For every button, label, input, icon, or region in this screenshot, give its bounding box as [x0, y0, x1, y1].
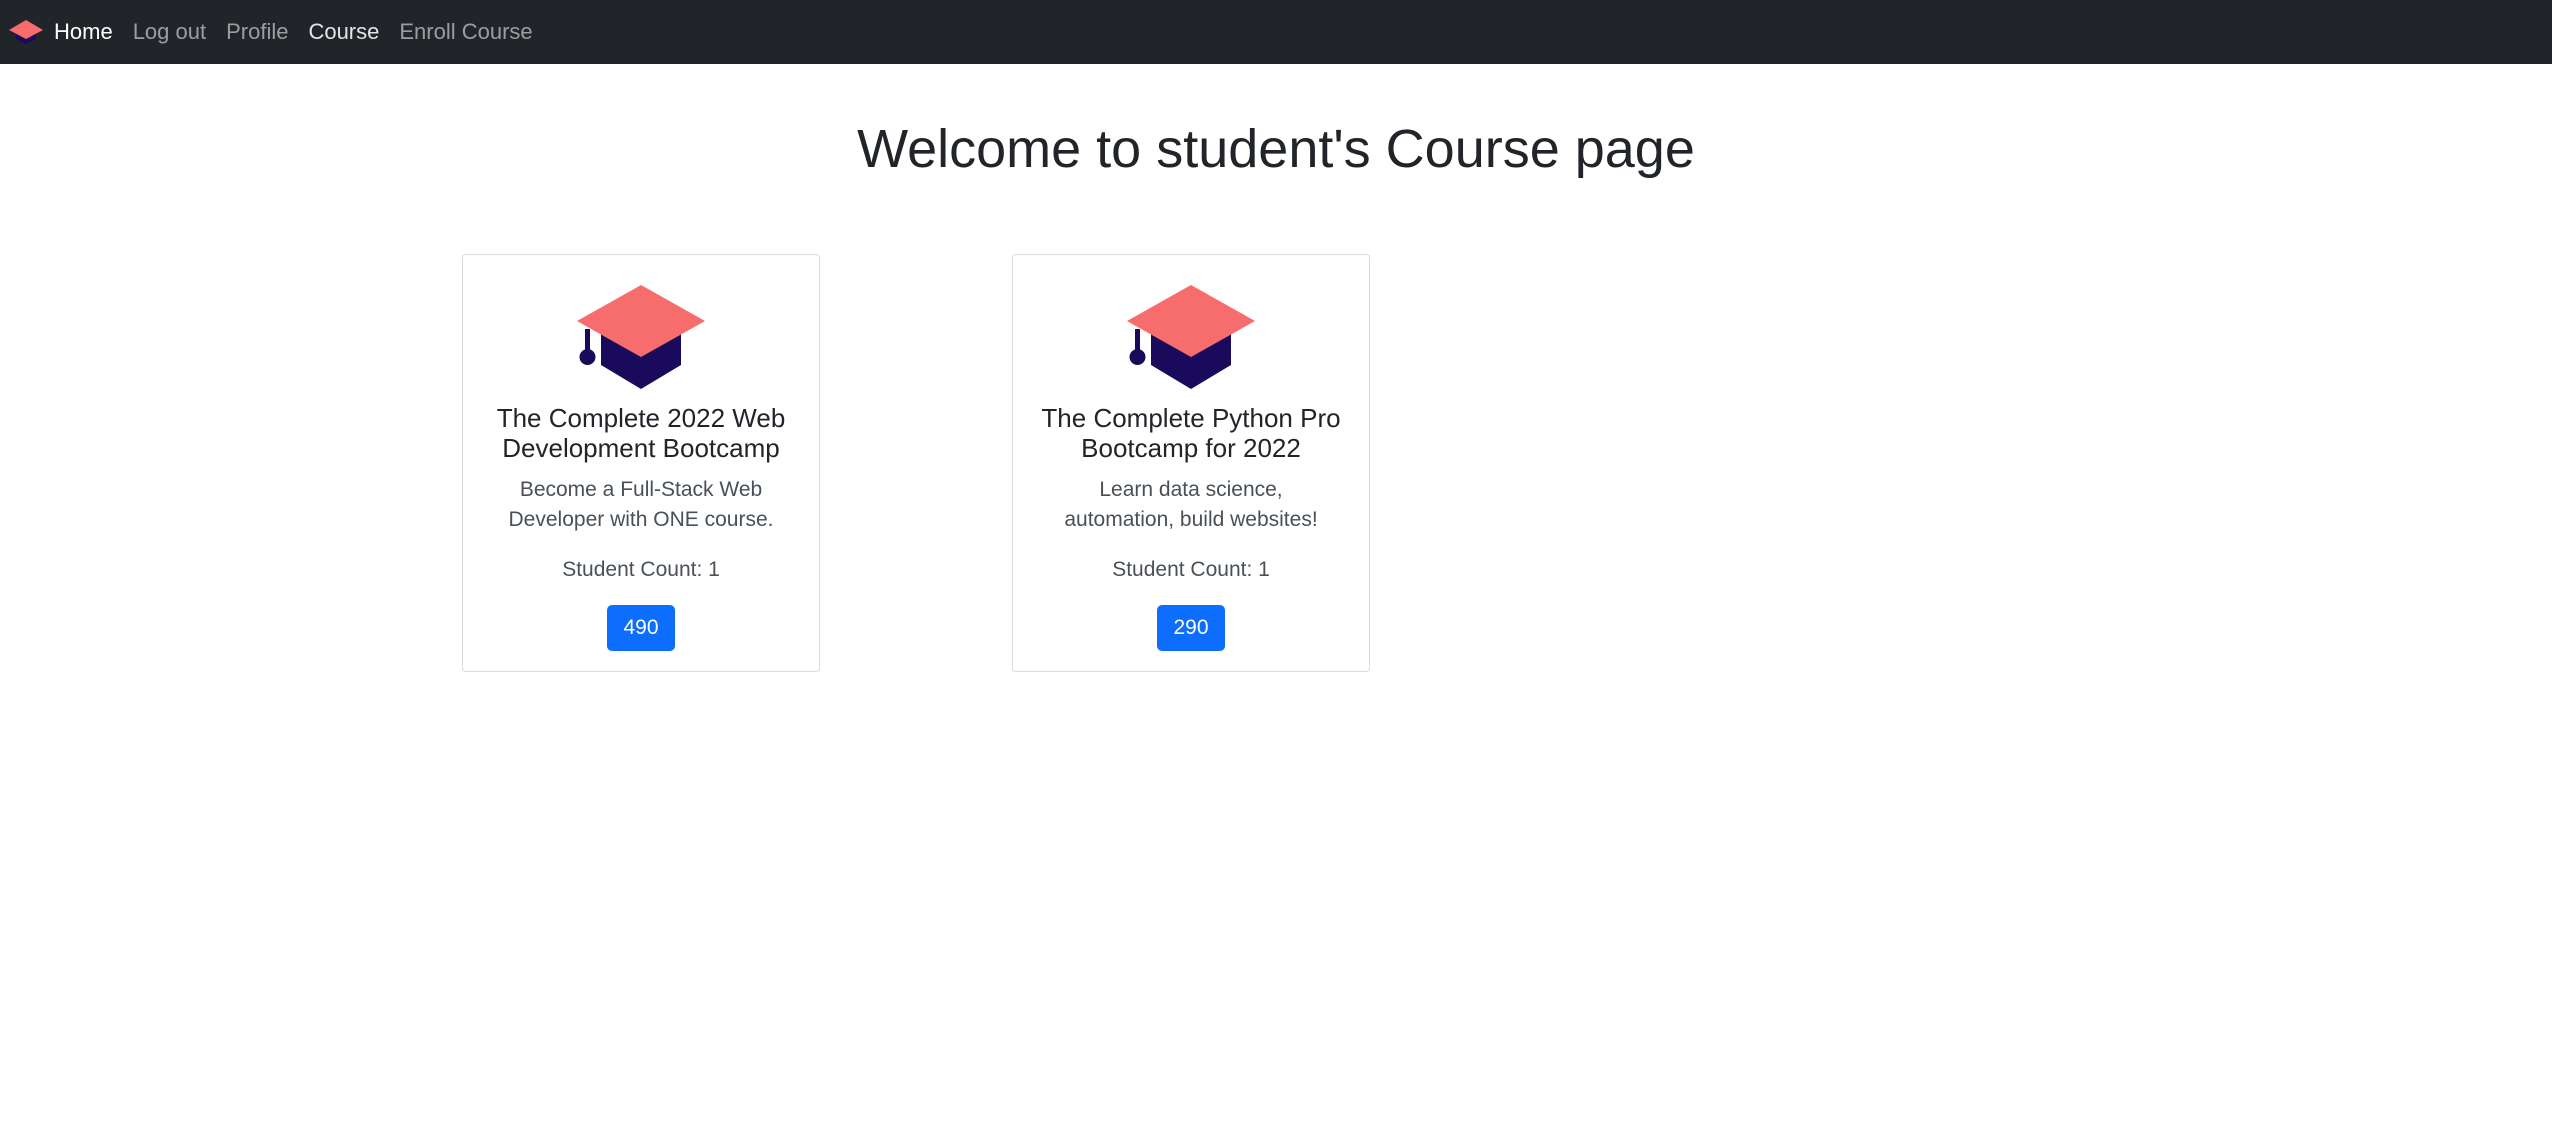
course-title: The Complete Python Pro Bootcamp for 202… — [1041, 403, 1341, 463]
nav-links: Home Log out Profile Course Enroll Cours… — [54, 19, 553, 45]
student-count: Student Count: 1 — [1112, 558, 1270, 581]
nav-course-link[interactable]: Course — [308, 19, 379, 45]
nav-home-link[interactable]: Home — [54, 19, 113, 45]
price-button[interactable]: 490 — [607, 605, 675, 651]
course-title: The Complete 2022 Web Development Bootca… — [496, 403, 786, 463]
course-description: Learn data science, automation, build we… — [1064, 478, 1318, 531]
nav-enroll-course-link[interactable]: Enroll Course — [399, 19, 532, 45]
nav-profile-link[interactable]: Profile — [226, 19, 288, 45]
student-count: Student Count: 1 — [562, 558, 720, 581]
graduation-cap-icon — [577, 285, 705, 389]
nav-logout-link[interactable]: Log out — [133, 19, 206, 45]
course-card: The Complete 2022 Web Development Bootca… — [462, 254, 820, 672]
course-card: The Complete Python Pro Bootcamp for 202… — [1012, 254, 1370, 672]
price-button[interactable]: 290 — [1157, 605, 1225, 651]
page-title: Welcome to student's Course page — [857, 119, 1695, 179]
course-description: Become a Full-Stack Web Developer with O… — [508, 478, 774, 531]
top-navbar: Home Log out Profile Course Enroll Cours… — [0, 0, 2552, 64]
brand-logo[interactable] — [6, 17, 46, 47]
graduation-cap-icon — [1127, 285, 1255, 389]
graduation-cap-icon — [9, 20, 43, 44]
